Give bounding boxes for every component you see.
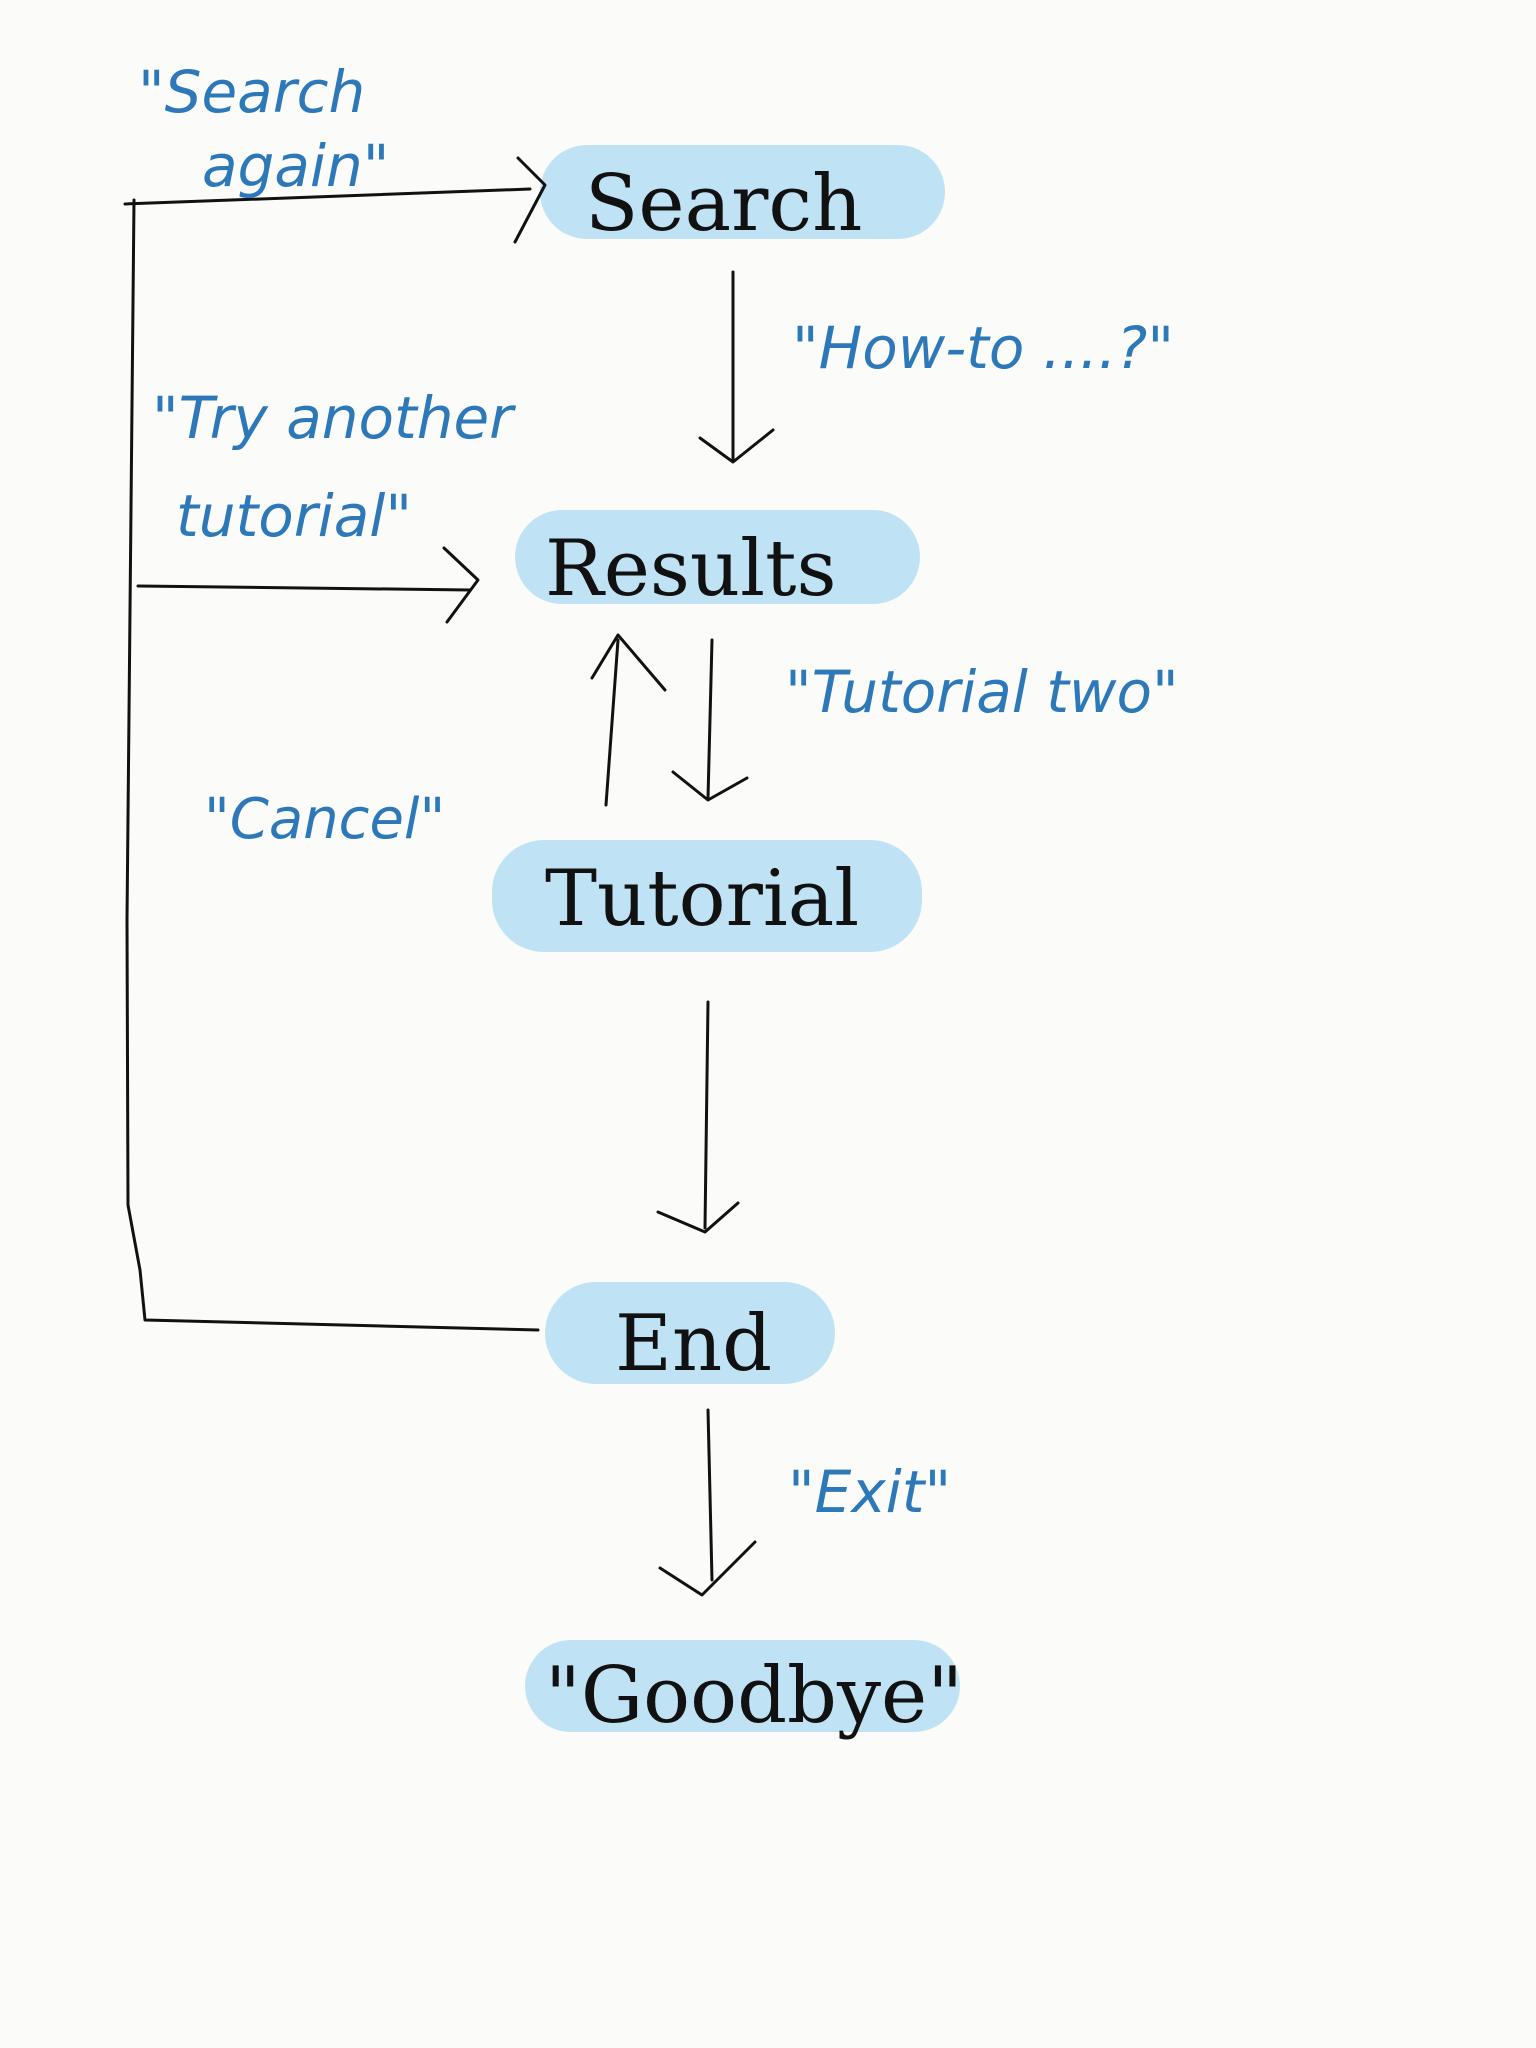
tutorial-to-end-arrowhead [656, 1201, 740, 1234]
edge-search-to-results [698, 270, 775, 464]
edge-tutorial-to-end [656, 1000, 740, 1234]
edge-end-to-goodbye [658, 1408, 757, 1597]
search-again-label-line1: "Search [138, 58, 365, 126]
node-search: Search [540, 145, 945, 249]
try-another-label-line1: "Try another [152, 384, 516, 452]
results-to-tutorial-line [706, 638, 714, 800]
goodbye-node-label: "Goodbye" [545, 1651, 963, 1741]
results-node-label: Results [545, 524, 836, 614]
node-results: Results [515, 510, 920, 614]
exit-label: "Exit" [788, 1458, 951, 1526]
search-again-label-line2: again" [202, 132, 389, 200]
loop-to-search-arrowhead [513, 156, 547, 244]
tutorial-two-label: "Tutorial two" [785, 658, 1179, 726]
edge-results-to-tutorial [671, 638, 749, 802]
tutorial-to-end-line [703, 1000, 710, 1230]
try-another-label-line2: tutorial" [176, 482, 412, 550]
node-end: End [545, 1282, 835, 1389]
how-to-label: "How-to ....?" [792, 314, 1174, 382]
tutorial-to-results-line [604, 638, 620, 807]
edge-tutorial-to-results [590, 633, 667, 807]
end-to-goodbye-line [706, 1408, 714, 1582]
edge-end-loop-back [123, 156, 547, 1332]
loop-to-results-arrowhead [442, 546, 480, 624]
flow-diagram: Search Results Tutorial End "Goodbye" "S… [123, 58, 1179, 1741]
search-to-results-arrowhead [698, 428, 775, 464]
end-to-goodbye-arrowhead [658, 1540, 757, 1597]
label-search-again: "Search again" [138, 58, 389, 200]
end-node-label: End [615, 1299, 772, 1389]
loop-to-results-line [136, 584, 472, 592]
search-node-label: Search [585, 159, 862, 249]
loop-left-vertical-line [125, 198, 540, 1332]
cancel-label: "Cancel" [204, 787, 445, 852]
node-tutorial: Tutorial [492, 840, 922, 952]
node-goodbye: "Goodbye" [525, 1640, 963, 1741]
tutorial-to-results-arrowhead [590, 633, 667, 692]
tutorial-node-label: Tutorial [545, 854, 859, 944]
label-try-another-tutorial: "Try another tutorial" [152, 384, 516, 550]
